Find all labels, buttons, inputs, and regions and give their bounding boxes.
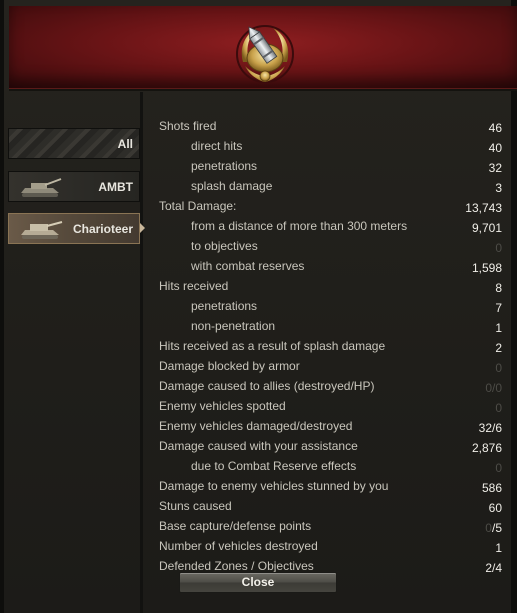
stat-row: with combat reserves 1,598 xyxy=(159,256,502,276)
stat-label: Damage caused to allies (destroyed/HP) xyxy=(159,379,375,393)
stat-row: Damage to enemy vehicles stunned by you … xyxy=(159,476,502,496)
stat-value: 1,598 xyxy=(471,261,502,275)
stat-row: splash damage 3 xyxy=(159,176,502,196)
stat-value: 586 xyxy=(481,481,502,495)
stat-row: Stuns caused 60 xyxy=(159,496,502,516)
stat-row: to objectives 0 xyxy=(159,236,502,256)
stat-row: due to Combat Reserve effects 0 xyxy=(159,456,502,476)
stat-row: non-penetration 1 xyxy=(159,316,502,336)
stat-label: Shots fired xyxy=(159,119,217,133)
stat-label: from a distance of more than 300 meters xyxy=(191,219,408,233)
stat-value: 8 xyxy=(495,281,502,295)
stat-label: Damage blocked by armor xyxy=(159,359,300,373)
tank-icon xyxy=(21,178,62,197)
stat-label: Stuns caused xyxy=(159,499,232,513)
tab-all[interactable]: All xyxy=(8,128,140,159)
header-banner xyxy=(9,6,517,89)
selected-tab-arrow-icon xyxy=(140,223,145,233)
stat-value: 7 xyxy=(495,301,502,315)
stat-label: penetrations xyxy=(191,299,258,313)
stat-row: Shots fired 46 xyxy=(159,116,502,136)
stat-label: Damage caused with your assistance xyxy=(159,439,358,453)
stat-label: Damage to enemy vehicles stunned by you xyxy=(159,479,389,493)
stat-label: due to Combat Reserve effects xyxy=(191,459,357,473)
stat-value-part: /5 xyxy=(491,521,502,535)
stat-label: Hits received as a result of splash dama… xyxy=(159,339,386,353)
stat-value: 13,743 xyxy=(465,201,502,215)
shell-medal-icon xyxy=(236,25,294,83)
stat-value: 3 xyxy=(495,181,502,195)
stat-row: Total Damage: 13,743 xyxy=(159,196,502,216)
stat-row: Base capture/defense points 0/5 xyxy=(159,516,502,536)
stat-value: 1 xyxy=(495,541,502,555)
stat-label: splash damage xyxy=(191,179,273,193)
stat-row: Damage caused with your assistance 2,876 xyxy=(159,436,502,456)
stat-row: penetrations 32 xyxy=(159,156,502,176)
close-button[interactable]: Close xyxy=(179,572,337,593)
sidebar-divider xyxy=(140,92,143,613)
stat-row: Enemy vehicles damaged/destroyed 32/6 xyxy=(159,416,502,436)
stat-value-dim-part: 0 xyxy=(485,521,492,535)
stat-row: Hits received 8 xyxy=(159,276,502,296)
stat-row: Number of vehicles destroyed 1 xyxy=(159,536,502,556)
stat-label: direct hits xyxy=(191,139,243,153)
stat-row: Hits received as a result of splash dama… xyxy=(159,336,502,356)
stat-label: to objectives xyxy=(191,239,258,253)
stat-value: 2 xyxy=(495,341,502,355)
tank-icon xyxy=(21,221,63,239)
stat-value: 46 xyxy=(488,121,502,135)
stat-label: non-penetration xyxy=(191,319,276,333)
stat-row: from a distance of more than 300 meters … xyxy=(159,216,502,236)
stat-label: Total Damage: xyxy=(159,199,237,213)
stat-label: Enemy vehicles damaged/destroyed xyxy=(159,419,353,433)
banner-divider xyxy=(9,89,517,91)
stat-row: penetrations 7 xyxy=(159,296,502,316)
stat-value: 1 xyxy=(495,321,502,335)
stat-label: Defended Zones / Objectives xyxy=(159,559,314,573)
stat-value: 60 xyxy=(488,501,502,515)
stat-row: Enemy vehicles spotted 0 xyxy=(159,396,502,416)
stat-row: Damage caused to allies (destroyed/HP) 0… xyxy=(159,376,502,396)
stat-value: 9,701 xyxy=(471,221,502,235)
stat-label: Number of vehicles destroyed xyxy=(159,539,318,553)
stat-value: 2,876 xyxy=(471,441,502,455)
stat-row: Damage blocked by armor 0 xyxy=(159,356,502,376)
tab-charioteer[interactable]: Charioteer xyxy=(8,213,140,244)
stat-value: 0 xyxy=(495,361,502,375)
stat-value: 32 xyxy=(488,161,502,175)
stat-value: 0 xyxy=(495,401,502,415)
tab-ambt-label: AMBT xyxy=(98,180,133,194)
stat-label: Base capture/defense points xyxy=(159,519,312,533)
stat-label: Enemy vehicles spotted xyxy=(159,399,286,413)
stat-value: 32/6 xyxy=(478,421,502,435)
tab-all-label: All xyxy=(117,137,133,151)
stat-value: 2/4 xyxy=(485,561,502,575)
stat-value: 0/0 xyxy=(485,381,502,395)
stat-value: 0 xyxy=(495,461,502,475)
stat-label: with combat reserves xyxy=(191,259,305,273)
stat-value: 40 xyxy=(488,141,502,155)
tab-charioteer-label: Charioteer xyxy=(72,222,133,236)
stat-row: direct hits 40 xyxy=(159,136,502,156)
tab-ambt[interactable]: AMBT xyxy=(8,171,140,202)
stat-label: Hits received xyxy=(159,279,229,293)
stat-value: 0/5 xyxy=(485,521,502,535)
stat-value: 0 xyxy=(495,241,502,255)
stat-label: penetrations xyxy=(191,159,258,173)
